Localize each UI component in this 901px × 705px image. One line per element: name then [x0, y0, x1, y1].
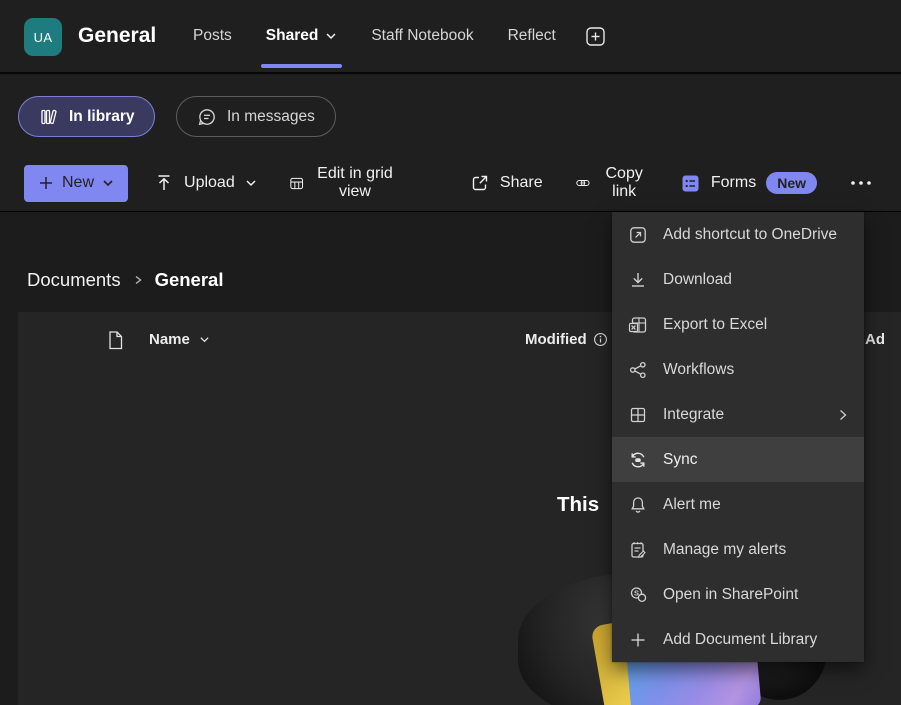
menu-item-label: Add Document Library [663, 631, 817, 649]
manage-alerts-icon [628, 540, 648, 560]
tab-reflect[interactable]: Reflect [491, 0, 573, 72]
share-button-label: Share [500, 174, 543, 192]
column-modified-label: Modified [525, 331, 587, 348]
bell-icon [628, 495, 648, 515]
tab-posts[interactable]: Posts [176, 0, 249, 72]
empty-folder-text: This [557, 493, 599, 517]
menu-item-add-shortcut-onedrive[interactable]: Add shortcut to OneDrive [612, 212, 864, 257]
breadcrumb-current: General [155, 269, 224, 291]
channel-header: UA General Posts Shared Staff Notebook R… [0, 0, 901, 74]
add-tab-icon [585, 26, 606, 47]
column-header-name[interactable]: Name [149, 331, 210, 348]
chevron-down-icon [245, 177, 257, 189]
breadcrumb-separator-icon [133, 274, 143, 286]
menu-item-integrate[interactable]: Integrate [612, 392, 864, 437]
tab-shared-label: Shared [266, 27, 319, 45]
channel-tabs: Posts Shared Staff Notebook Reflect [176, 0, 612, 72]
forms-new-badge: New [766, 172, 817, 194]
menu-item-workflows[interactable]: Workflows [612, 347, 864, 392]
command-toolbar: New Upload Edit in grid view Share Copy … [0, 155, 901, 212]
info-icon [593, 332, 608, 347]
chevron-down-icon [102, 177, 114, 189]
sharepoint-icon: S [628, 585, 648, 605]
download-icon [628, 270, 648, 290]
menu-item-label: Export to Excel [663, 316, 767, 334]
grid-view-icon [289, 173, 304, 194]
teams-window: UA General Posts Shared Staff Notebook R… [0, 0, 901, 705]
menu-item-label: Sync [663, 451, 697, 469]
chevron-down-icon [325, 30, 337, 42]
tab-shared[interactable]: Shared [249, 0, 355, 72]
submenu-chevron-right-icon [838, 408, 848, 422]
menu-item-alert-me[interactable]: Alert me [612, 482, 864, 527]
tab-posts-label: Posts [193, 27, 232, 45]
upload-icon [154, 173, 174, 193]
tab-selected-indicator [261, 64, 343, 68]
menu-item-add-document-library[interactable]: Add Document Library [612, 617, 864, 662]
workflows-icon [628, 360, 648, 380]
add-tab-button[interactable] [579, 26, 612, 47]
edit-grid-view-label: Edit in grid view [314, 165, 396, 201]
menu-item-label: Open in SharePoint [663, 586, 798, 604]
chat-bubble-icon [197, 107, 217, 127]
share-button[interactable]: Share [466, 163, 547, 203]
menu-item-label: Alert me [663, 496, 721, 514]
files-filter-bar: In library In messages [0, 76, 901, 155]
svg-text:S: S [634, 588, 639, 597]
channel-title: General [78, 0, 156, 72]
breadcrumb-documents[interactable]: Documents [27, 269, 121, 291]
menu-item-label: Manage my alerts [663, 541, 786, 559]
column-header-modified[interactable]: Modified [525, 331, 608, 348]
channel-avatar: UA [24, 18, 62, 56]
new-button[interactable]: New [24, 165, 128, 202]
menu-item-download[interactable]: Download [612, 257, 864, 302]
chevron-down-icon [199, 334, 210, 345]
menu-item-export-to-excel[interactable]: Export to Excel [612, 302, 864, 347]
menu-item-open-in-sharepoint[interactable]: S Open in SharePoint [612, 572, 864, 617]
link-icon [575, 172, 591, 194]
tab-reflect-label: Reflect [508, 27, 556, 45]
document-icon [106, 330, 125, 351]
forms-icon [680, 173, 701, 194]
edit-grid-view-button[interactable]: Edit in grid view [285, 163, 400, 203]
copy-link-label: Copy link [600, 165, 647, 201]
share-icon [470, 173, 490, 193]
excel-icon [628, 315, 648, 335]
menu-item-label: Download [663, 271, 732, 289]
menu-item-label: Add shortcut to OneDrive [663, 226, 837, 244]
filter-in-messages-label: In messages [227, 108, 315, 126]
add-shortcut-icon [628, 225, 648, 245]
upload-button-label: Upload [184, 174, 235, 192]
filter-in-library[interactable]: In library [18, 96, 155, 137]
menu-item-sync[interactable]: Sync [612, 437, 864, 482]
new-button-label: New [62, 174, 94, 192]
integrate-icon [628, 405, 648, 425]
copy-link-button[interactable]: Copy link [571, 163, 652, 203]
plus-icon [38, 175, 54, 191]
breadcrumb: Documents General [27, 269, 223, 291]
column-name-label: Name [149, 331, 190, 348]
tab-staff-notebook[interactable]: Staff Notebook [354, 0, 490, 72]
menu-item-label: Integrate [663, 406, 724, 424]
filter-in-library-label: In library [69, 108, 134, 126]
plus-icon [628, 630, 648, 650]
more-ellipsis-icon [849, 179, 873, 187]
tab-staff-notebook-label: Staff Notebook [371, 27, 473, 45]
forms-button-label: Forms [711, 174, 756, 192]
library-icon [39, 107, 59, 127]
forms-button[interactable]: Forms New [676, 163, 821, 203]
menu-item-label: Workflows [663, 361, 734, 379]
upload-button[interactable]: Upload [150, 163, 261, 203]
add-column-label: Ad [865, 331, 885, 348]
menu-item-manage-my-alerts[interactable]: Manage my alerts [612, 527, 864, 572]
more-options-button[interactable] [845, 163, 877, 203]
sync-icon [628, 450, 648, 470]
filter-in-messages[interactable]: In messages [176, 96, 336, 137]
library-context-menu: Add shortcut to OneDrive Download Export… [612, 212, 864, 662]
